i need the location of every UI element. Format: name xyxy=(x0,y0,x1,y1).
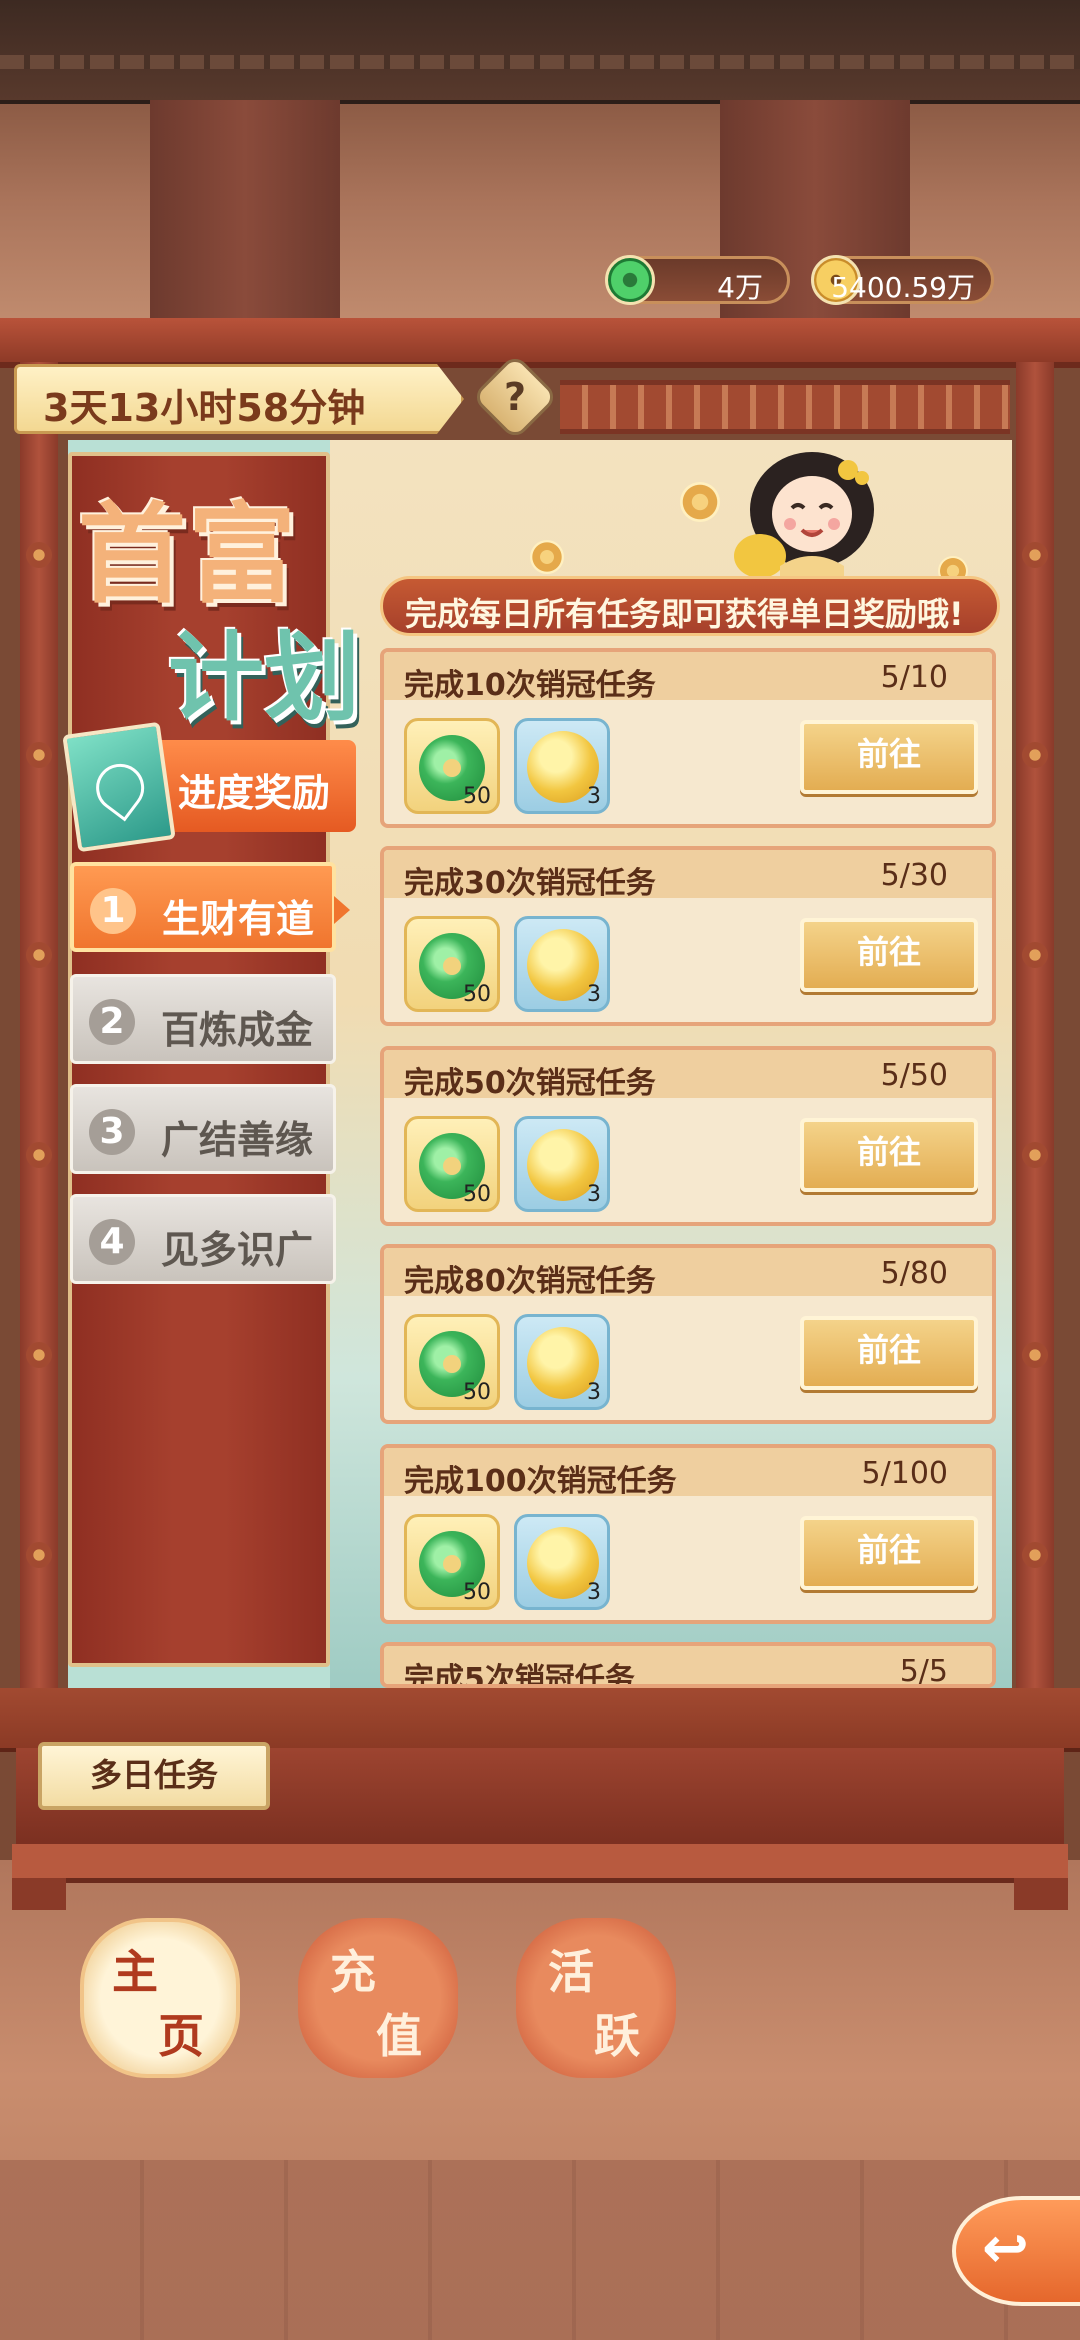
task-card: 完成10次销冠任务 5/10 50 3 前往 xyxy=(380,648,996,828)
tab-number: 4 xyxy=(89,1219,135,1265)
go-button[interactable]: 前往 xyxy=(800,1516,978,1590)
task-title: 完成50次销冠任务 xyxy=(404,1066,656,1101)
go-button[interactable]: 前往 xyxy=(800,1118,978,1192)
nav-label-bottom: 页 xyxy=(158,2009,204,2063)
task-progress: 5/30 xyxy=(880,858,948,893)
tab-label: 百炼成金 xyxy=(161,1008,314,1052)
frame-post-left xyxy=(20,362,58,1702)
nav-label-top: 活 xyxy=(548,1945,594,1999)
jade-reward-slot[interactable]: 50 xyxy=(404,1116,500,1212)
task-progress: 5/100 xyxy=(861,1456,948,1491)
multi-day-tasks-button[interactable]: 多日任务 xyxy=(38,1742,270,1810)
reward-quantity: 3 xyxy=(587,784,601,809)
tab-number: 1 xyxy=(90,888,136,934)
question-icon: ? xyxy=(503,375,527,419)
butterfly-card-icon xyxy=(62,721,176,853)
jade-reward-slot[interactable]: 50 xyxy=(404,718,500,814)
tab-number: 2 xyxy=(89,999,135,1045)
nav-label-bottom: 跃 xyxy=(594,2009,640,2063)
progress-reward-label: 进度奖励 xyxy=(178,771,331,815)
event-title-line2: 计划 xyxy=(168,622,360,734)
jade-reward-slot[interactable]: 50 xyxy=(404,1314,500,1410)
pig-coin-reward-slot[interactable]: 3 xyxy=(514,1314,610,1410)
task-title: 完成100次销冠任务 xyxy=(404,1464,677,1499)
frame-leg xyxy=(1014,1878,1068,1910)
tab-label: 见多识广 xyxy=(161,1228,314,1272)
nav-label-top: 充 xyxy=(330,1945,376,1999)
jade-reward-slot[interactable]: 50 xyxy=(404,916,500,1012)
task-progress: 5/5 xyxy=(899,1654,948,1688)
reward-quantity: 3 xyxy=(587,1380,601,1405)
task-card: 完成30次销冠任务 5/30 50 3 前往 xyxy=(380,846,996,1026)
go-button[interactable]: 前往 xyxy=(800,720,978,794)
task-card: 完成80次销冠任务 5/80 50 3 前往 xyxy=(380,1244,996,1424)
jade-reward-slot[interactable]: 50 xyxy=(404,1514,500,1610)
pig-coin-reward-slot[interactable]: 3 xyxy=(514,1514,610,1610)
task-progress: 5/50 xyxy=(880,1058,948,1093)
reward-quantity: 3 xyxy=(587,1580,601,1605)
tab-jianduo-shiguang[interactable]: 4 见多识广 xyxy=(70,1194,336,1284)
tab-bailian-chengjin[interactable]: 2 百炼成金 xyxy=(70,974,336,1064)
task-card: 完成100次销冠任务 5/100 50 3 前往 xyxy=(380,1444,996,1624)
jade-amount: 4万 xyxy=(717,271,763,304)
return-arrow-icon: ↩ xyxy=(982,2216,1029,2281)
nav-home-button[interactable]: 主 页 xyxy=(80,1918,240,2078)
reward-quantity: 50 xyxy=(463,1182,491,1207)
lattice-decoration xyxy=(560,380,1010,434)
task-title: 完成30次销冠任务 xyxy=(404,866,656,901)
tab-label: 广结善缘 xyxy=(161,1118,314,1162)
reward-quantity: 50 xyxy=(463,784,491,809)
task-title: 完成5次销冠任务 xyxy=(404,1662,635,1688)
coin-decoration-icon xyxy=(680,482,720,522)
nav-recharge-button[interactable]: 充 值 xyxy=(298,1918,458,2078)
tab-label: 生财有道 xyxy=(162,897,315,941)
go-button[interactable]: 前往 xyxy=(800,918,978,992)
reward-quantity: 3 xyxy=(587,1182,601,1207)
frame-base-trim xyxy=(12,1844,1068,1883)
jade-currency[interactable]: 4万 xyxy=(605,255,790,305)
daily-reward-text: 完成每日所有任务即可获得单日奖励哦! xyxy=(405,595,964,633)
daily-reward-banner: 完成每日所有任务即可获得单日奖励哦! xyxy=(380,576,1000,636)
back-button[interactable]: ↩ xyxy=(952,2196,1080,2306)
coin-amount: 5400.59万 xyxy=(831,271,975,304)
hall-pillar xyxy=(150,100,340,330)
frame-post-right xyxy=(1016,362,1054,1702)
pig-coin-reward-slot[interactable]: 3 xyxy=(514,718,610,814)
nav-label-bottom: 值 xyxy=(376,2009,422,2063)
tab-guangjie-shanyuan[interactable]: 3 广结善缘 xyxy=(70,1084,336,1174)
task-progress: 5/80 xyxy=(880,1256,948,1291)
nav-activity-button[interactable]: 活 跃 xyxy=(516,1918,676,2078)
countdown-timer: 3天13小时58分钟 xyxy=(14,364,464,434)
jade-ring-icon xyxy=(605,255,655,305)
nav-label-top: 主 xyxy=(112,1945,158,1999)
roof-beam xyxy=(0,0,1080,104)
character-mascot xyxy=(734,452,874,578)
pig-coin-reward-slot[interactable]: 3 xyxy=(514,916,610,1012)
pig-coin-reward-slot[interactable]: 3 xyxy=(514,1116,610,1212)
go-button[interactable]: 前往 xyxy=(800,1316,978,1390)
tab-shengcai-youdao[interactable]: 1 生财有道 xyxy=(70,862,350,952)
task-title: 完成80次销冠任务 xyxy=(404,1264,656,1299)
frame-roof xyxy=(0,318,1080,368)
countdown-text: 3天13小时58分钟 xyxy=(43,386,366,430)
task-progress: 5/10 xyxy=(880,660,948,695)
coin-currency[interactable]: 5400.59万 xyxy=(811,255,994,305)
reward-quantity: 3 xyxy=(587,982,601,1007)
floor-tiles xyxy=(0,2160,1080,2340)
reward-quantity: 50 xyxy=(463,1580,491,1605)
reward-quantity: 50 xyxy=(463,982,491,1007)
task-card: 完成50次销冠任务 5/50 50 3 前往 xyxy=(380,1046,996,1226)
task-title: 完成10次销冠任务 xyxy=(404,668,656,703)
task-card-partial: 完成5次销冠任务 5/5 xyxy=(380,1642,996,1688)
tab-number: 3 xyxy=(89,1109,135,1155)
frame-leg xyxy=(12,1878,66,1910)
reward-quantity: 50 xyxy=(463,1380,491,1405)
coin-decoration-icon xyxy=(530,540,564,574)
